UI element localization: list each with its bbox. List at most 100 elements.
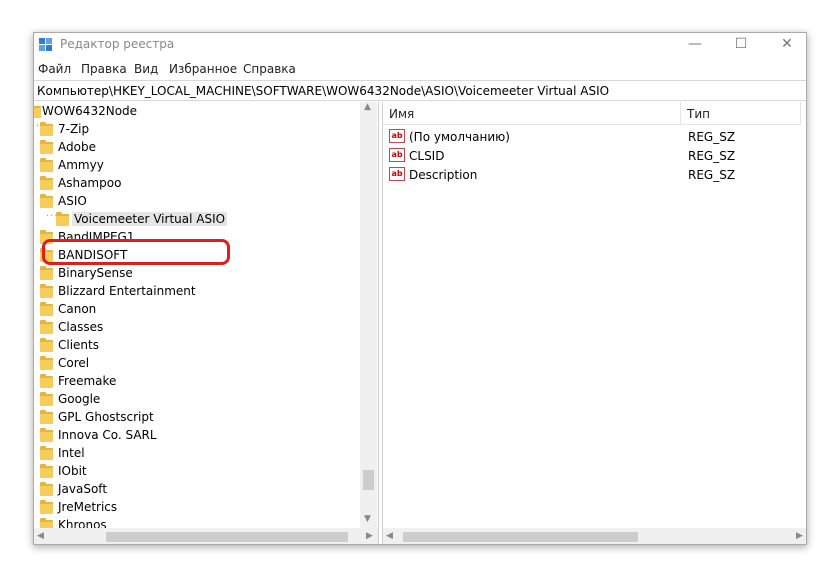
folder-icon <box>40 374 53 388</box>
folder-icon <box>40 410 53 424</box>
tree-horizontal-scrollbar[interactable]: ◀ ▶ <box>34 528 378 544</box>
folder-icon <box>56 212 69 226</box>
folder-icon <box>40 320 53 334</box>
tree-item-label: Freemake <box>58 374 117 388</box>
tree-horizontal-scroll-thumb[interactable] <box>106 532 348 542</box>
menu-file[interactable]: Файл <box>38 62 71 76</box>
title-bar: Редактор реестра — ☐ ✕ <box>34 33 806 57</box>
folder-icon <box>40 140 53 154</box>
folder-icon <box>40 392 53 406</box>
values-pane: Имя Тип ab (По умолчанию) REG_SZ ab CLSI… <box>383 102 806 544</box>
string-value-icon: ab <box>389 148 405 162</box>
menu-edit[interactable]: Правка <box>81 62 127 76</box>
address-bar[interactable]: Компьютер\HKEY_LOCAL_MACHINE\SOFTWARE\WO… <box>34 80 806 101</box>
tree-item-label: Voicemeeter Virtual ASIO <box>72 212 228 226</box>
tree-item[interactable]: Blizzard Entertainment <box>34 282 364 300</box>
string-value-icon: ab <box>389 129 405 143</box>
tree-item-label: Blizzard Entertainment <box>58 284 196 298</box>
string-value-icon: ab <box>389 167 405 181</box>
tree-root-label: WOW6432Node <box>42 104 138 118</box>
folder-icon <box>40 482 53 496</box>
tree-item-label: ASIO <box>58 194 87 208</box>
tree-item-label: GPL Ghostscript <box>58 410 154 424</box>
column-header-type[interactable]: Тип <box>681 102 801 125</box>
folder-icon <box>40 194 53 208</box>
tree-item[interactable]: JreMetrics <box>34 498 364 516</box>
tree-item-label: Google <box>58 392 101 406</box>
tree-item[interactable]: Freemake <box>34 372 364 390</box>
tree-item[interactable]: BinarySense <box>34 264 364 282</box>
minimize-button[interactable]: — <box>672 33 718 57</box>
tree-item-label: 7-Zip <box>58 122 90 136</box>
folder-icon <box>40 302 53 316</box>
scroll-right-icon[interactable]: ▶ <box>796 531 803 541</box>
tree-item[interactable]: Corel <box>34 354 364 372</box>
registry-tree: WOW6432Node · 7-Zip Adobe Ammyy Ashampoo… <box>34 102 378 544</box>
folder-icon <box>40 158 53 172</box>
window-title: Редактор реестра <box>60 37 175 51</box>
tree-item-label: Corel <box>58 356 90 370</box>
tree-item[interactable]: Canon <box>34 300 364 318</box>
scroll-left-icon[interactable]: ◀ <box>386 531 393 541</box>
value-name: (По умолчанию) <box>409 130 510 144</box>
scroll-up-icon[interactable]: ▲ <box>364 102 371 112</box>
maximize-button[interactable]: ☐ <box>718 33 764 57</box>
tree-item[interactable]: Innova Co. SARL <box>34 426 364 444</box>
scroll-down-icon[interactable]: ▼ <box>364 514 371 524</box>
values-horizontal-scrollbar[interactable]: ◀ ▶ <box>383 528 806 544</box>
tree-item-label: JavaSoft <box>58 482 108 496</box>
tree-root[interactable]: WOW6432Node <box>34 102 364 120</box>
folder-icon <box>40 176 53 190</box>
value-type: REG_SZ <box>688 149 736 163</box>
tree-item-label: Ammyy <box>58 158 104 172</box>
selection-highlight-annotation <box>42 239 230 265</box>
tree-item-label: Intel <box>58 446 85 460</box>
tree-item-label: JreMetrics <box>58 500 118 514</box>
value-type: REG_SZ <box>688 130 736 144</box>
tree-item[interactable]: Classes <box>34 318 364 336</box>
value-name: Description <box>409 168 478 182</box>
tree-item[interactable]: ASIO <box>34 192 364 210</box>
menu-help[interactable]: Справка <box>243 62 296 76</box>
column-header-name[interactable]: Имя <box>383 102 681 125</box>
value-name: CLSID <box>409 149 445 163</box>
value-row[interactable]: ab (По умолчанию) REG_SZ <box>383 127 803 146</box>
tree-item[interactable]: · 7-Zip <box>34 120 364 138</box>
value-row[interactable]: ab Description REG_SZ <box>383 165 803 184</box>
tree-item[interactable]: Intel <box>34 444 364 462</box>
tree-item[interactable]: JavaSoft <box>34 480 364 498</box>
scroll-right-icon[interactable]: ▶ <box>366 531 373 541</box>
menu-bar: Файл Правка Вид Избранное Справка <box>34 59 806 79</box>
menu-favorites[interactable]: Избранное <box>169 62 237 76</box>
folder-icon <box>40 284 53 298</box>
values-horizontal-scroll-thumb[interactable] <box>403 532 638 542</box>
close-button[interactable]: ✕ <box>764 33 806 57</box>
tree-item-label: Ashampoo <box>58 176 122 190</box>
tree-item[interactable]: Ashampoo <box>34 174 364 192</box>
tree-item-label: Classes <box>58 320 104 334</box>
value-type: REG_SZ <box>688 168 736 182</box>
tree-item-label: Adobe <box>58 140 96 154</box>
folder-icon <box>40 446 53 460</box>
tree-vertical-scroll-thumb[interactable] <box>363 470 374 490</box>
tree-item[interactable]: IObit <box>34 462 364 480</box>
tree-item[interactable]: Adobe <box>34 138 364 156</box>
folder-icon <box>40 122 53 136</box>
tree-item-label: BinarySense <box>58 266 133 280</box>
folder-icon <box>40 356 53 370</box>
registry-app-icon <box>39 38 52 51</box>
tree-vertical-scrollbar[interactable]: ▲ ▼ <box>360 102 377 528</box>
tree-item-label: Clients <box>58 338 99 352</box>
folder-icon <box>34 106 41 118</box>
tree-item-selected[interactable]: ··· Voicemeeter Virtual ASIO <box>34 210 364 228</box>
value-row[interactable]: ab CLSID REG_SZ <box>383 146 803 165</box>
tree-item-label: Innova Co. SARL <box>58 428 157 442</box>
tree-item[interactable]: GPL Ghostscript <box>34 408 364 426</box>
folder-icon <box>40 338 53 352</box>
tree-item[interactable]: Ammyy <box>34 156 364 174</box>
registry-editor-window: Редактор реестра — ☐ ✕ Файл Правка Вид И… <box>33 32 807 545</box>
tree-item[interactable]: Clients <box>34 336 364 354</box>
menu-view[interactable]: Вид <box>134 62 158 76</box>
scroll-left-icon[interactable]: ◀ <box>37 531 44 541</box>
tree-item[interactable]: Google <box>34 390 364 408</box>
